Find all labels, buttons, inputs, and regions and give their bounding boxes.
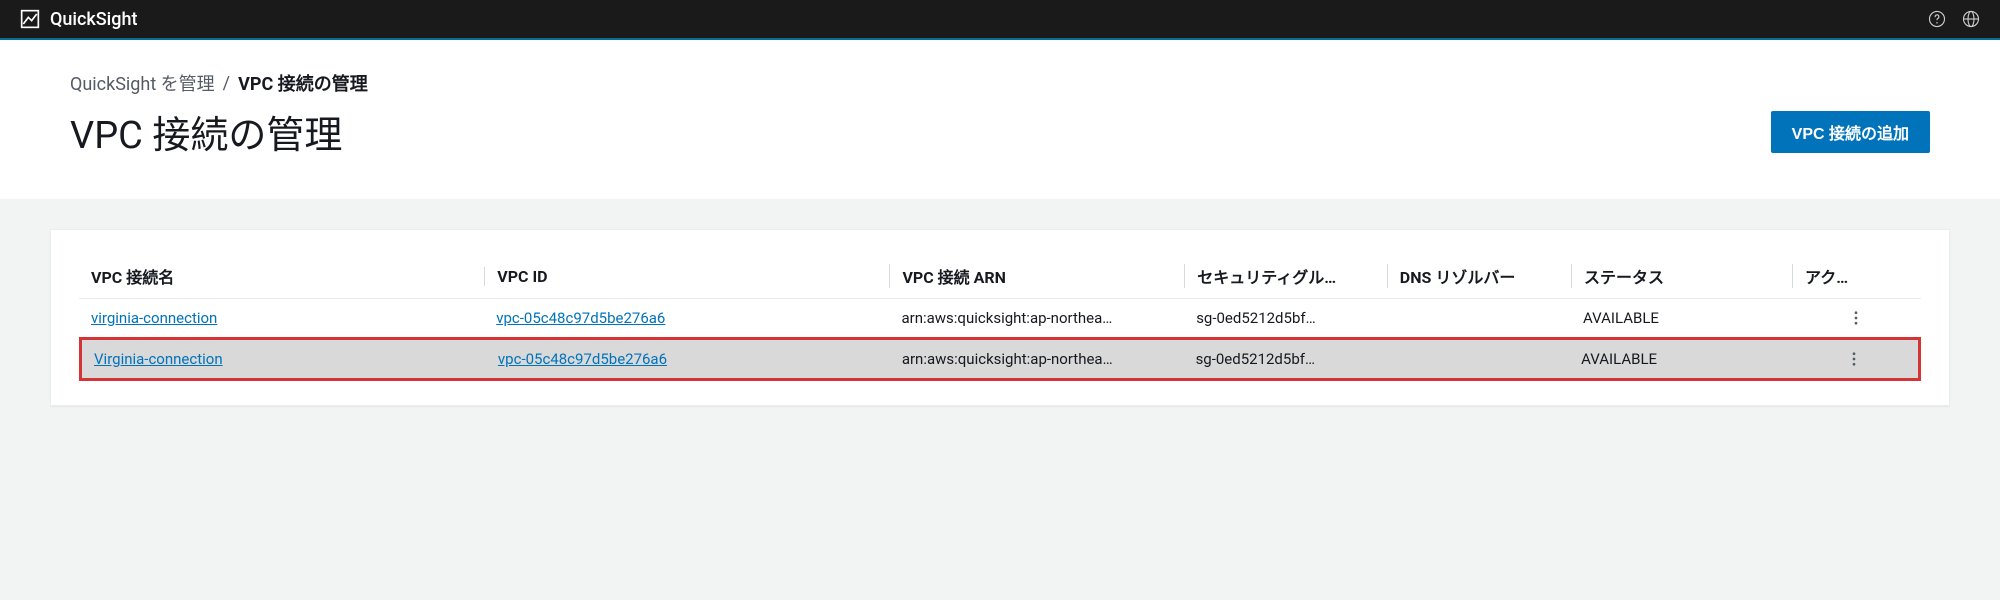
- table-body: virginia-connection vpc-05c48c97d5be276a6…: [79, 298, 1921, 381]
- connection-name-link[interactable]: Virginia-connection: [94, 350, 223, 368]
- cell-status: AVAILABLE: [1569, 350, 1789, 368]
- cell-vpc-id: vpc-05c48c97d5be276a6: [486, 350, 890, 368]
- cell-security-group: sg-0ed5212d5bf…: [1184, 350, 1386, 368]
- table-header-row: VPC 接続名 VPC ID VPC 接続 ARN セキュリティグル… DNS …: [79, 254, 1921, 298]
- column-header-dns[interactable]: DNS リゾルバー: [1387, 264, 1571, 288]
- vpc-id-link[interactable]: vpc-05c48c97d5be276a6: [498, 350, 667, 368]
- column-header-name[interactable]: VPC 接続名: [79, 264, 484, 288]
- cell-security-group: sg-0ed5212d5bf…: [1184, 309, 1387, 327]
- connection-name-link[interactable]: virginia-connection: [91, 309, 217, 327]
- breadcrumb-root[interactable]: QuickSight を管理: [70, 70, 215, 96]
- column-header-action[interactable]: アク…: [1792, 264, 1921, 288]
- brand-name: QuickSight: [50, 9, 137, 30]
- column-header-arn[interactable]: VPC 接続 ARN: [889, 264, 1184, 288]
- cell-arn: arn:aws:quicksight:ap-northea…: [889, 309, 1184, 327]
- vpc-connections-panel: VPC 接続名 VPC ID VPC 接続 ARN セキュリティグル… DNS …: [50, 229, 1950, 406]
- table-row[interactable]: virginia-connection vpc-05c48c97d5be276a6…: [79, 298, 1921, 337]
- top-bar-icons: [1928, 10, 1980, 28]
- top-bar: QuickSight: [0, 0, 2000, 40]
- cell-connection-name: Virginia-connection: [82, 350, 486, 368]
- help-icon[interactable]: [1928, 10, 1946, 28]
- breadcrumb-current: VPC 接続の管理: [238, 70, 368, 96]
- column-header-security-group[interactable]: セキュリティグル…: [1184, 264, 1387, 288]
- page-title: VPC 接続の管理: [70, 104, 342, 159]
- kebab-menu-icon[interactable]: [1804, 309, 1909, 327]
- content-header: QuickSight を管理 / VPC 接続の管理 VPC 接続の管理 VPC…: [0, 40, 2000, 199]
- add-vpc-connection-button[interactable]: VPC 接続の追加: [1771, 111, 1930, 153]
- breadcrumb-separator: /: [223, 73, 230, 94]
- column-header-vpcid[interactable]: VPC ID: [484, 267, 889, 286]
- cell-connection-name: virginia-connection: [79, 309, 484, 327]
- cell-status: AVAILABLE: [1571, 309, 1792, 327]
- cell-vpc-id: vpc-05c48c97d5be276a6: [484, 309, 889, 327]
- globe-icon[interactable]: [1962, 10, 1980, 28]
- cell-actions: [1789, 350, 1918, 368]
- vpc-id-link[interactable]: vpc-05c48c97d5be276a6: [496, 309, 665, 327]
- title-row: VPC 接続の管理 VPC 接続の追加: [70, 104, 1930, 159]
- quicksight-logo-icon: [20, 9, 40, 29]
- kebab-menu-icon[interactable]: [1801, 350, 1906, 368]
- vpc-connections-table: VPC 接続名 VPC ID VPC 接続 ARN セキュリティグル… DNS …: [79, 254, 1921, 381]
- cell-actions: [1792, 309, 1921, 327]
- cell-arn: arn:aws:quicksight:ap-northea…: [890, 350, 1184, 368]
- brand[interactable]: QuickSight: [20, 9, 137, 30]
- table-row[interactable]: Virginia-connection vpc-05c48c97d5be276a6…: [79, 337, 1921, 381]
- column-header-status[interactable]: ステータス: [1571, 264, 1792, 288]
- breadcrumb: QuickSight を管理 / VPC 接続の管理: [70, 70, 1930, 96]
